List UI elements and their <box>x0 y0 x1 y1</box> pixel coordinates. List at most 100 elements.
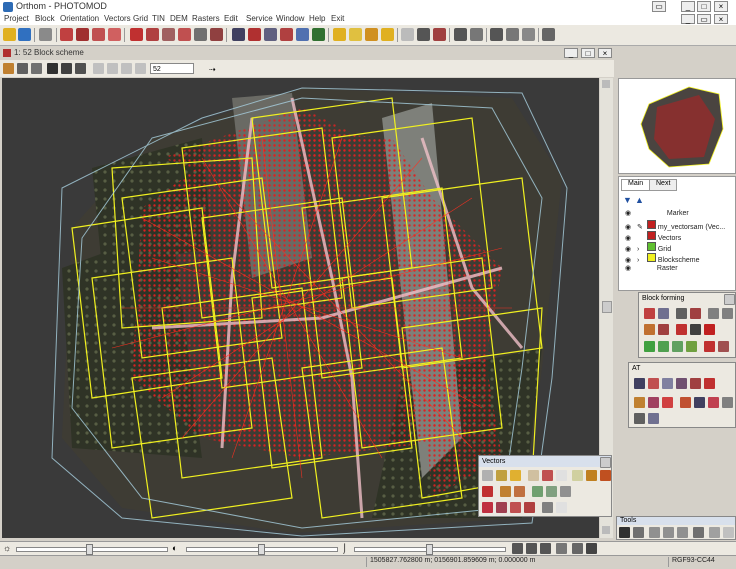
add-image-icon[interactable] <box>644 308 655 319</box>
delete-icon[interactable] <box>676 324 687 335</box>
menu-rasters[interactable]: Rasters <box>192 14 220 23</box>
check-icon[interactable] <box>644 341 655 352</box>
arrange-icon[interactable] <box>522 28 535 41</box>
layer-my-vectorsam[interactable]: ◉ ✎ my_vectorsam (Vec... <box>625 220 725 231</box>
delete-object-icon[interactable] <box>510 502 521 513</box>
filter-icon[interactable] <box>708 397 719 408</box>
table-icon[interactable] <box>634 413 645 424</box>
scroll-up-icon[interactable] <box>602 80 610 88</box>
undo-icon[interactable] <box>401 28 414 41</box>
polyline-tool-icon[interactable] <box>496 470 507 481</box>
edit-vertex-icon[interactable] <box>528 470 539 481</box>
lock-icon[interactable] <box>586 543 597 554</box>
arrow-up-icon[interactable]: ▲ <box>635 195 644 205</box>
menu-window[interactable]: Window <box>276 14 304 23</box>
pointer-icon[interactable] <box>3 63 14 74</box>
close-icon[interactable] <box>600 457 611 468</box>
settings-icon[interactable] <box>365 28 378 41</box>
triangulation-icon[interactable] <box>108 28 121 41</box>
reset-view-icon[interactable] <box>556 543 567 554</box>
brightness-slider-thumb[interactable] <box>86 544 93 555</box>
refresh-icon[interactable] <box>672 341 683 352</box>
doc-window-minimize[interactable]: _ <box>564 48 578 58</box>
restore-icon[interactable]: ▭ <box>652 1 666 12</box>
points-list-icon[interactable] <box>680 397 691 408</box>
layer-raster[interactable]: ◉ Raster <box>625 264 678 274</box>
eye-icon[interactable]: ◉ <box>625 223 635 231</box>
eye-icon[interactable]: ◉ <box>625 264 635 272</box>
chevron-right-icon[interactable]: › <box>637 257 645 264</box>
contrast-slider-thumb[interactable] <box>258 544 265 555</box>
menu-dem[interactable]: DEM <box>170 14 188 23</box>
select-icon[interactable] <box>61 63 72 74</box>
star-icon[interactable] <box>349 28 362 41</box>
delete-segment-icon[interactable] <box>496 502 507 513</box>
move-icon[interactable] <box>708 308 719 319</box>
table-icon[interactable] <box>542 502 553 513</box>
adjust-icon[interactable] <box>704 378 715 389</box>
report-icon[interactable] <box>690 378 701 389</box>
split-icon[interactable] <box>482 486 493 497</box>
menu-grid[interactable]: Grid <box>133 14 148 23</box>
measure-icon[interactable] <box>648 378 659 389</box>
view-mode-3-icon[interactable] <box>540 543 551 554</box>
tin-icon[interactable] <box>178 28 191 41</box>
menu-help[interactable]: Help <box>309 14 325 23</box>
eye-icon[interactable]: ◉ <box>625 256 635 264</box>
arrow-down-icon[interactable]: ▼ <box>623 195 632 205</box>
menu-vectors[interactable]: Vectors <box>104 14 131 23</box>
grid-icon[interactable] <box>162 28 175 41</box>
stop-icon[interactable] <box>704 341 715 352</box>
tab-main[interactable]: Main <box>621 179 651 191</box>
merge-icon[interactable] <box>514 486 525 497</box>
properties-icon[interactable] <box>470 28 483 41</box>
help-icon[interactable] <box>433 28 446 41</box>
doc-restore-button[interactable]: ▭ <box>697 14 711 24</box>
camera-icon[interactable] <box>634 378 645 389</box>
menu-tin[interactable]: TIN <box>152 14 165 23</box>
sort-icon[interactable] <box>690 308 701 319</box>
zoom-input[interactable]: 52 <box>150 63 194 74</box>
menu-orientation[interactable]: Orientation <box>60 14 99 23</box>
join-icon[interactable] <box>500 486 511 497</box>
doc-window-close[interactable]: × <box>598 48 612 58</box>
scroll-thumb[interactable] <box>602 301 612 313</box>
close-button[interactable]: × <box>714 1 728 12</box>
zoom-window-icon[interactable] <box>135 63 146 74</box>
chevron-icon[interactable]: ⇢ <box>209 65 216 74</box>
strip-icon[interactable] <box>686 341 697 352</box>
tool-extra-icon[interactable] <box>723 527 734 538</box>
tool-page-icon[interactable] <box>677 527 688 538</box>
clear-icon[interactable] <box>524 502 535 513</box>
grid-view-icon[interactable] <box>648 413 659 424</box>
eye-icon[interactable]: ◉ <box>625 209 635 217</box>
interior-icon[interactable] <box>634 397 645 408</box>
menu-project[interactable]: Project <box>4 14 29 23</box>
relative-icon[interactable] <box>648 397 659 408</box>
minimize-button[interactable]: _ <box>681 1 695 12</box>
strip-down-icon[interactable] <box>658 324 669 335</box>
vector-edit-icon[interactable] <box>146 28 159 41</box>
tool-rotate-icon[interactable] <box>633 527 644 538</box>
rotate-icon[interactable] <box>722 308 733 319</box>
scroll-down-icon[interactable] <box>602 526 610 534</box>
zoom-in-icon[interactable] <box>93 63 104 74</box>
delete-vertex-icon[interactable] <box>482 502 493 513</box>
stereo-icon[interactable] <box>264 28 277 41</box>
zoom-extent-icon[interactable] <box>121 63 132 74</box>
open-project-icon[interactable] <box>3 28 16 41</box>
gcp-icon[interactable] <box>676 378 687 389</box>
marker-icon[interactable] <box>92 28 105 41</box>
page-icon[interactable] <box>556 470 567 481</box>
layer-icon[interactable] <box>280 28 293 41</box>
print-icon[interactable] <box>454 28 467 41</box>
pencil-icon[interactable]: ✎ <box>637 223 645 231</box>
eye-icon[interactable]: ◉ <box>625 234 635 242</box>
auto-icon[interactable] <box>694 397 705 408</box>
raster-icon[interactable] <box>210 28 223 41</box>
close-icon[interactable] <box>724 294 735 305</box>
tile-windows-icon[interactable] <box>490 28 503 41</box>
add-vertex-icon[interactable] <box>542 470 553 481</box>
orientation-icon[interactable] <box>60 28 73 41</box>
absolute-icon[interactable] <box>662 397 673 408</box>
